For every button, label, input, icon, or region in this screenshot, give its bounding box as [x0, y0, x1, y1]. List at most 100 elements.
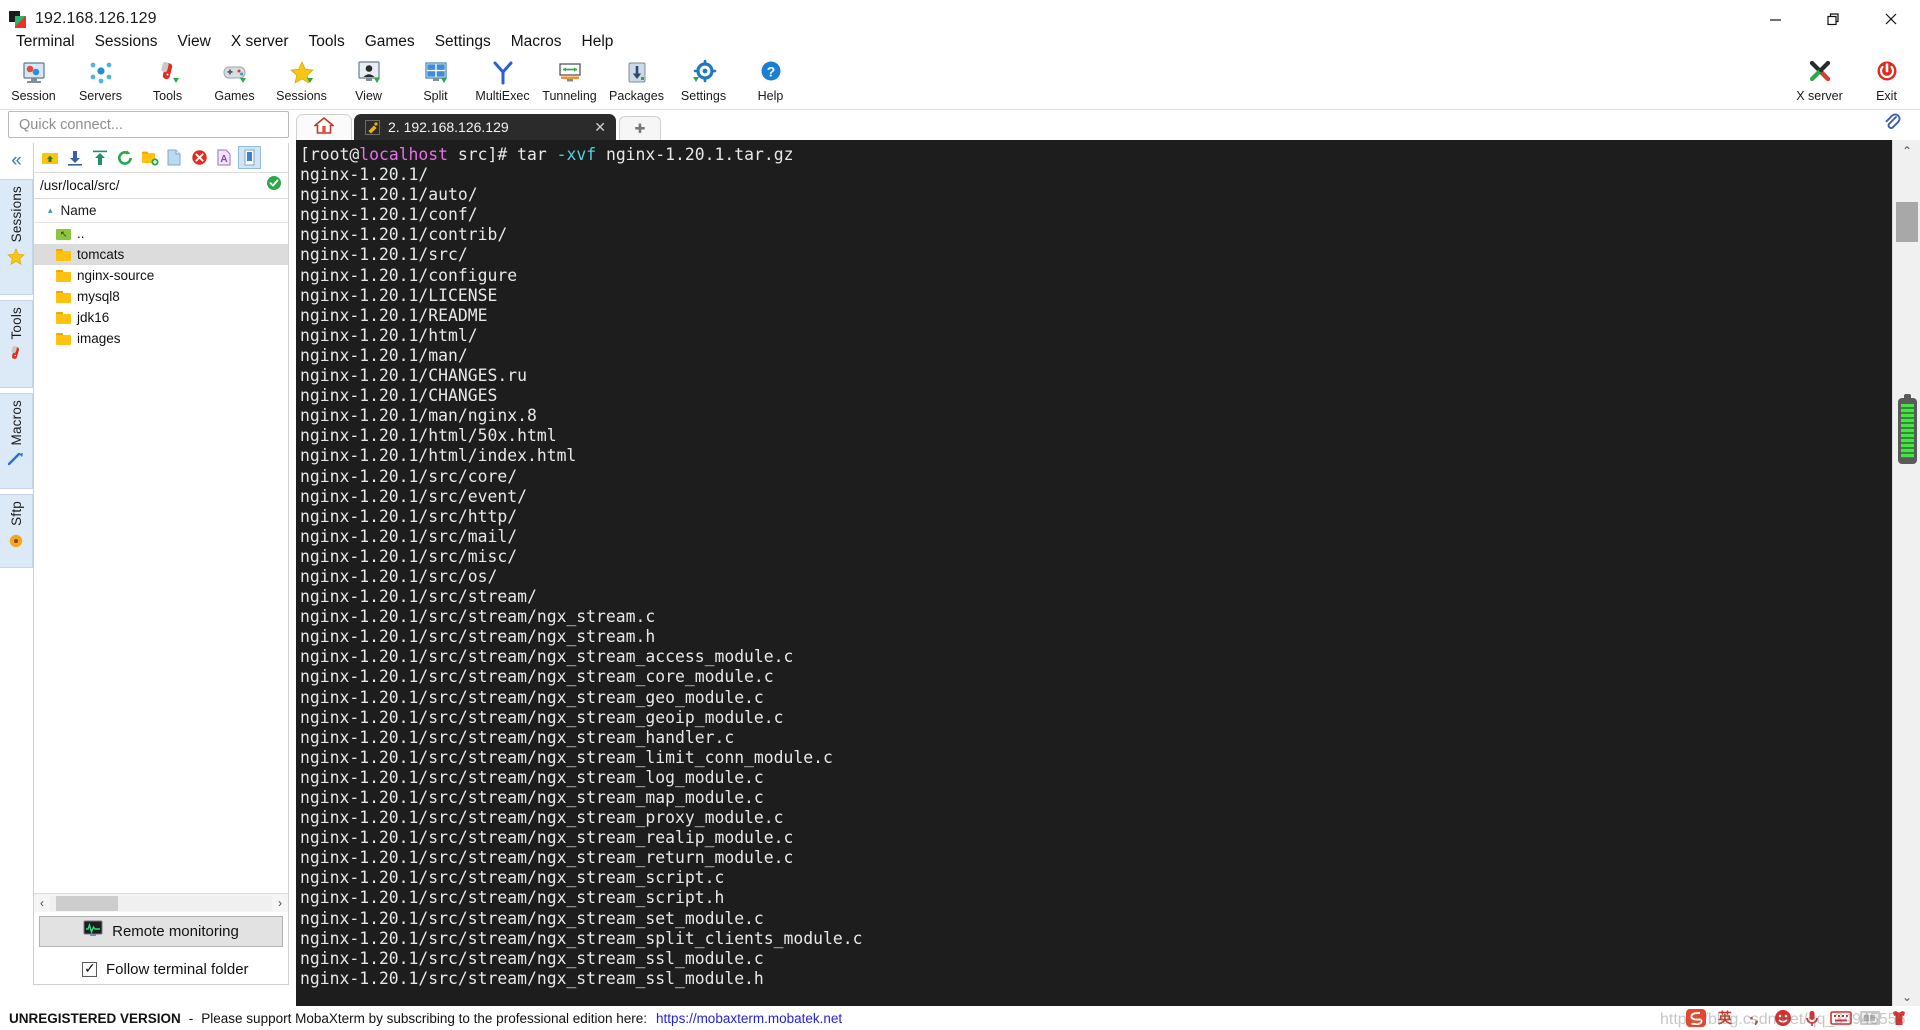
- home-tab[interactable]: [296, 114, 352, 140]
- upload-icon[interactable]: [88, 146, 111, 169]
- toolbar-session-button[interactable]: Session: [0, 56, 67, 110]
- toolbar-packages-button[interactable]: Packages: [603, 56, 670, 110]
- toolbar-multiexec-button[interactable]: MultiExec: [469, 56, 536, 110]
- list-item[interactable]: jdk16: [34, 307, 288, 328]
- menu-view[interactable]: View: [167, 30, 220, 54]
- toolbar-label: Exit: [1876, 89, 1897, 103]
- menu-sessions[interactable]: Sessions: [85, 30, 168, 54]
- gear-icon: [689, 58, 719, 88]
- paperclip-icon[interactable]: [1882, 112, 1902, 137]
- sftp-column-header[interactable]: ▴ Name: [34, 199, 288, 223]
- toolbar-view-button[interactable]: View: [335, 56, 402, 110]
- terminal-line: nginx-1.20.1/src/stream/ngx_stream_log_m…: [300, 767, 764, 787]
- scroll-thumb[interactable]: [1896, 202, 1918, 242]
- ime-skin-icon[interactable]: [1888, 1008, 1910, 1028]
- ime-emoji-icon[interactable]: [1772, 1008, 1794, 1028]
- toolbar-split-button[interactable]: Split: [402, 56, 469, 110]
- toolbar-sessions-button[interactable]: Sessions: [268, 56, 335, 110]
- file-name: tomcats: [77, 247, 125, 262]
- scroll-up-icon[interactable]: ⌃: [1893, 140, 1920, 162]
- toolbar-tools-button[interactable]: Tools: [134, 56, 201, 110]
- sidebar-item-tools[interactable]: Tools: [0, 300, 33, 388]
- ime-voice-icon[interactable]: [1801, 1008, 1823, 1028]
- toolbar-exit-button[interactable]: Exit: [1853, 56, 1920, 110]
- toolbar-label: Sessions: [276, 89, 327, 103]
- ime-image-icon[interactable]: [1859, 1008, 1881, 1028]
- folder-icon: [56, 311, 71, 324]
- scroll-thumb[interactable]: [56, 895, 118, 911]
- quick-connect-input[interactable]: Quick connect...: [8, 111, 289, 138]
- sidebar-item-sessions[interactable]: Sessions: [0, 179, 33, 295]
- new-tab-button[interactable]: ✚: [619, 116, 661, 140]
- file-preview-icon[interactable]: [238, 146, 261, 169]
- close-icon[interactable]: ✕: [594, 119, 606, 136]
- refresh-icon[interactable]: [113, 146, 136, 169]
- toolbar-tunneling-button[interactable]: Tunneling: [536, 56, 603, 110]
- menu-games[interactable]: Games: [355, 30, 425, 54]
- delete-icon[interactable]: [188, 146, 211, 169]
- download-icon[interactable]: [63, 146, 86, 169]
- toolbar-label: Help: [757, 89, 784, 103]
- new-file-icon[interactable]: [163, 146, 186, 169]
- list-item[interactable]: tomcats: [34, 244, 288, 265]
- ime-lang-icon[interactable]: 英: [1714, 1008, 1736, 1028]
- prompt-pre: [root@: [300, 145, 360, 164]
- sidebar-item-macros[interactable]: Macros: [0, 393, 33, 489]
- sftp-horizontal-scrollbar[interactable]: ‹ ›: [34, 893, 288, 912]
- list-item[interactable]: mysql8: [34, 286, 288, 307]
- menu-xserver[interactable]: X server: [221, 30, 299, 54]
- terminal-line: nginx-1.20.1/README: [300, 305, 488, 325]
- star-icon: [287, 58, 317, 88]
- follow-terminal-folder-row[interactable]: Follow terminal folder: [82, 960, 249, 978]
- menu-tools[interactable]: Tools: [299, 30, 355, 54]
- toolbar-help-button[interactable]: ? Help: [737, 56, 804, 110]
- folder-icon: [56, 248, 71, 261]
- file-name: images: [77, 331, 121, 346]
- sidebar-item-sftp[interactable]: Sftp: [0, 494, 33, 568]
- list-item[interactable]: ↖ ..: [34, 223, 288, 244]
- toolbar-xserver-button[interactable]: X server: [1786, 56, 1853, 110]
- sogou-icon[interactable]: [1685, 1008, 1707, 1028]
- mobaxterm-link[interactable]: https://mobaxterm.mobatek.net: [656, 1011, 842, 1026]
- terminal-line: nginx-1.20.1/src/os/: [300, 566, 498, 586]
- command-flag: -xvf: [556, 145, 597, 164]
- scroll-left-icon[interactable]: ‹: [34, 896, 50, 910]
- main-toolbar: Session Servers Tools Games Sessions Vie…: [0, 56, 1920, 110]
- menu-settings[interactable]: Settings: [425, 30, 501, 54]
- ime-punct-icon[interactable]: ·,: [1743, 1008, 1765, 1028]
- collapse-sidebar-button[interactable]: «: [0, 143, 33, 179]
- scroll-down-icon[interactable]: ⌄: [1893, 986, 1920, 1008]
- terminal-line: nginx-1.20.1/man/: [300, 345, 468, 365]
- toolbar-settings-button[interactable]: Settings: [670, 56, 737, 110]
- toolbar-games-button[interactable]: Games: [201, 56, 268, 110]
- sftp-path-bar[interactable]: /usr/local/src/: [34, 173, 288, 199]
- scroll-track[interactable]: [50, 895, 272, 911]
- new-folder-icon[interactable]: [138, 146, 161, 169]
- menu-macros[interactable]: Macros: [501, 30, 572, 54]
- parent-folder-icon: ↖: [56, 227, 71, 240]
- go-up-icon[interactable]: [38, 146, 61, 169]
- remote-monitoring-button[interactable]: Remote monitoring: [39, 916, 283, 947]
- rename-icon[interactable]: A: [213, 146, 236, 169]
- games-icon: [220, 58, 250, 88]
- ime-keyboard-icon[interactable]: [1830, 1008, 1852, 1028]
- menu-terminal[interactable]: Terminal: [6, 30, 85, 54]
- sidebar-item-label: Sftp: [8, 501, 24, 526]
- follow-terminal-folder-checkbox[interactable]: [82, 960, 97, 977]
- toolbar-label: Tools: [152, 89, 183, 103]
- terminal-output[interactable]: [root@localhost src]# tar -xvf nginx-1.2…: [296, 140, 1892, 1008]
- toolbar-right-group: X server Exit: [1786, 56, 1920, 110]
- unregistered-badge: UNREGISTERED VERSION: [9, 1010, 181, 1026]
- toolbar-label: X server: [1796, 89, 1843, 103]
- toolbar-servers-button[interactable]: Servers: [67, 56, 134, 110]
- list-item[interactable]: images: [34, 328, 288, 349]
- scroll-right-icon[interactable]: ›: [272, 896, 288, 910]
- sidebar-item-label: Sessions: [8, 186, 24, 243]
- terminal-scrollbar[interactable]: ⌃ ⌄: [1892, 140, 1920, 1008]
- terminal-line: nginx-1.20.1/src/stream/ngx_stream.h: [300, 627, 656, 647]
- terminal-tab-active[interactable]: 2. 192.168.126.129 ✕: [354, 114, 616, 140]
- svg-text:·,: ·,: [1749, 1012, 1759, 1027]
- list-item[interactable]: nginx-source: [34, 265, 288, 286]
- sftp-file-list: ↖ .. tomcats nginx-source mysql8 jdk16 i…: [34, 223, 288, 349]
- menu-help[interactable]: Help: [572, 30, 624, 54]
